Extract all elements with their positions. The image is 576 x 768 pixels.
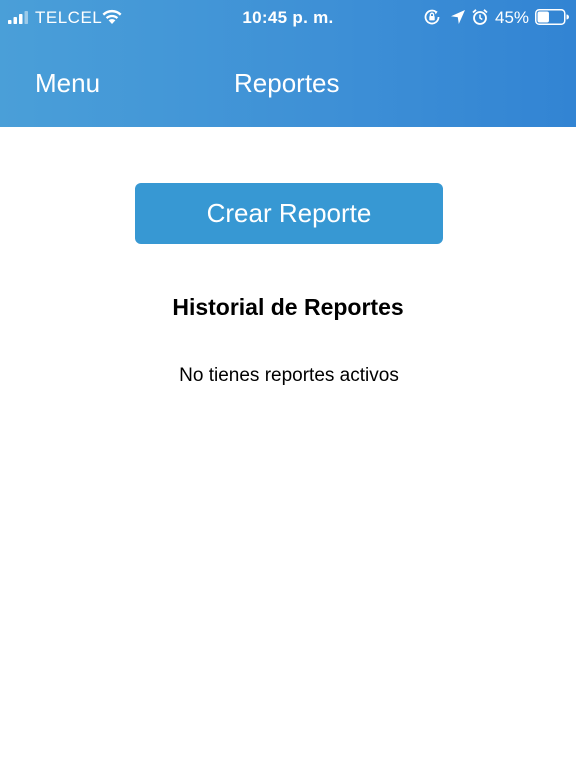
- menu-button[interactable]: Menu: [35, 68, 100, 99]
- battery-icon: [535, 9, 569, 25]
- create-report-label: Crear Reporte: [206, 198, 372, 228]
- create-report-button[interactable]: Crear Reporte: [135, 183, 443, 244]
- page-title: Reportes: [234, 68, 340, 98]
- alarm-icon: [472, 9, 488, 25]
- location-icon: [451, 10, 465, 24]
- report-history-heading: Historial de Reportes: [172, 294, 404, 320]
- status-bar: TELCEL 10:45 p. m. 45%: [0, 0, 576, 36]
- app-header: TELCEL 10:45 p. m. 45% Menu Reportes: [0, 0, 576, 127]
- empty-state-message: No tienes reportes activos: [179, 365, 399, 386]
- orientation-lock-icon: [424, 9, 440, 25]
- status-time: 10:45 p. m.: [242, 8, 334, 27]
- battery-percent: 45%: [495, 8, 530, 27]
